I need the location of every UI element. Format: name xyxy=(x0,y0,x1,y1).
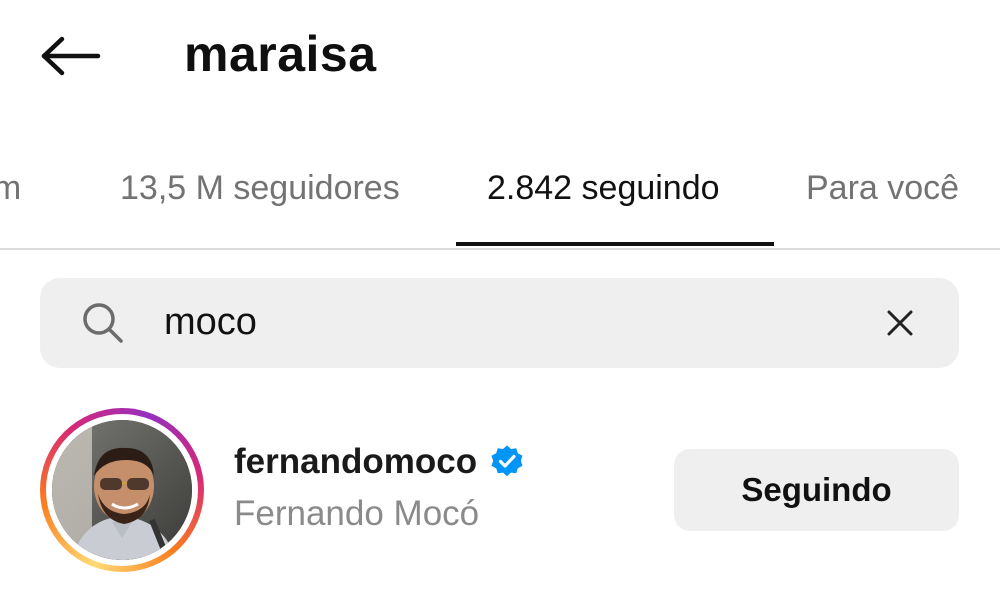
avatar-image xyxy=(52,420,192,560)
close-icon xyxy=(887,310,913,336)
search-icon xyxy=(83,303,123,343)
avatar xyxy=(52,420,192,560)
tab-followers[interactable]: 13,5 M seguidores xyxy=(120,166,400,210)
tab-following[interactable]: 2.842 seguindo xyxy=(487,166,720,210)
following-button[interactable]: Seguindo xyxy=(674,449,959,531)
username: fernandomoco xyxy=(234,442,478,481)
following-list-screen: maraisa um 13,5 M seguidores 2.842 segui… xyxy=(0,0,1000,601)
search-input[interactable] xyxy=(164,294,844,350)
tab-bar: um 13,5 M seguidores 2.842 seguindo Para… xyxy=(0,150,1000,250)
page-title: maraisa xyxy=(184,26,377,82)
back-button[interactable] xyxy=(36,26,106,86)
avatar-story-ring[interactable] xyxy=(40,408,204,572)
clear-search-button[interactable] xyxy=(880,303,920,343)
username-link[interactable]: fernandomoco xyxy=(234,440,525,484)
verified-badge-icon xyxy=(491,445,523,477)
active-tab-indicator xyxy=(456,242,774,246)
tab-partial[interactable]: um xyxy=(0,166,21,210)
tab-for-you[interactable]: Para você xyxy=(806,166,959,210)
search-bar xyxy=(40,278,959,368)
avatar-frame xyxy=(46,414,198,566)
list-item: fernandomoco Fernando Mocó Seguindo xyxy=(0,400,1000,580)
arrow-left-icon xyxy=(41,36,101,76)
full-name: Fernando Mocó xyxy=(234,494,480,533)
